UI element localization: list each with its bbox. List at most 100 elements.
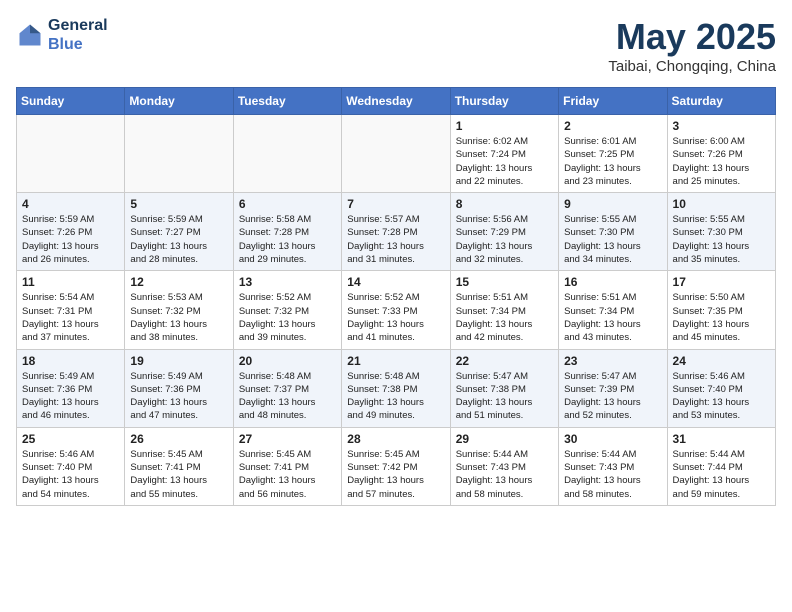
- day-number: 17: [673, 275, 770, 289]
- day-info: Sunrise: 5:53 AM Sunset: 7:32 PM Dayligh…: [130, 291, 227, 344]
- calendar-cell: 13 Sunrise: 5:52 AM Sunset: 7:32 PM Dayli…: [233, 271, 341, 349]
- calendar-cell: 18 Sunrise: 5:49 AM Sunset: 7:36 PM Dayli…: [17, 349, 125, 427]
- calendar-cell: 4 Sunrise: 5:59 AM Sunset: 7:26 PM Daylig…: [17, 193, 125, 271]
- calendar-cell: 12Sunrise: 5:53 AM Sunset: 7:32 PM Dayli…: [125, 271, 233, 349]
- day-number: 18: [22, 354, 119, 368]
- day-number: 30: [564, 432, 661, 446]
- month-title: May 2025: [608, 16, 776, 58]
- day-info: Sunrise: 5:44 AM Sunset: 7:44 PM Dayligh…: [673, 448, 770, 501]
- day-number: 3: [673, 119, 770, 133]
- day-number: 22: [456, 354, 553, 368]
- day-number: 15: [456, 275, 553, 289]
- calendar-cell: 23 Sunrise: 5:47 AM Sunset: 7:39 PM Dayli…: [559, 349, 667, 427]
- calendar-cell: 3 Sunrise: 6:00 AM Sunset: 7:26 PM Daylig…: [667, 115, 775, 193]
- day-info: Sunrise: 6:01 AM Sunset: 7:25 PM Dayligh…: [564, 135, 661, 188]
- day-info: Sunrise: 5:57 AM Sunset: 7:28 PM Dayligh…: [347, 213, 444, 266]
- day-info: Sunrise: 5:48 AM Sunset: 7:37 PM Dayligh…: [239, 370, 336, 423]
- calendar-cell: 16 Sunrise: 5:51 AM Sunset: 7:34 PM Dayli…: [559, 271, 667, 349]
- day-info: Sunrise: 5:46 AM Sunset: 7:40 PM Dayligh…: [22, 448, 119, 501]
- day-of-week-tuesday: Tuesday: [233, 88, 341, 115]
- calendar-cell: 6Sunrise: 5:58 AM Sunset: 7:28 PM Daylig…: [233, 193, 341, 271]
- calendar-cell: 11 Sunrise: 5:54 AM Sunset: 7:31 PM Dayli…: [17, 271, 125, 349]
- day-info: Sunrise: 5:51 AM Sunset: 7:34 PM Dayligh…: [456, 291, 553, 344]
- day-info: Sunrise: 5:45 AM Sunset: 7:41 PM Dayligh…: [239, 448, 336, 501]
- day-number: 13: [239, 275, 336, 289]
- logo-text: General Blue: [48, 16, 108, 54]
- day-of-week-sunday: Sunday: [17, 88, 125, 115]
- calendar-cell: 20 Sunrise: 5:48 AM Sunset: 7:37 PM Dayli…: [233, 349, 341, 427]
- calendar-cell: 19Sunrise: 5:49 AM Sunset: 7:36 PM Dayli…: [125, 349, 233, 427]
- day-info: Sunrise: 5:45 AM Sunset: 7:42 PM Dayligh…: [347, 448, 444, 501]
- day-number: 16: [564, 275, 661, 289]
- day-info: Sunrise: 5:44 AM Sunset: 7:43 PM Dayligh…: [456, 448, 553, 501]
- calendar-cell: 8 Sunrise: 5:56 AM Sunset: 7:29 PM Daylig…: [450, 193, 558, 271]
- day-info: Sunrise: 5:59 AM Sunset: 7:26 PM Dayligh…: [22, 213, 119, 266]
- day-info: Sunrise: 5:56 AM Sunset: 7:29 PM Dayligh…: [456, 213, 553, 266]
- day-number: 11: [22, 275, 119, 289]
- day-number: 29: [456, 432, 553, 446]
- day-info: Sunrise: 5:45 AM Sunset: 7:41 PM Dayligh…: [130, 448, 227, 501]
- calendar-cell: [17, 115, 125, 193]
- day-of-week-thursday: Thursday: [450, 88, 558, 115]
- calendar-cell: 7 Sunrise: 5:57 AM Sunset: 7:28 PM Daylig…: [342, 193, 450, 271]
- day-number: 4: [22, 197, 119, 211]
- day-number: 27: [239, 432, 336, 446]
- day-info: Sunrise: 5:54 AM Sunset: 7:31 PM Dayligh…: [22, 291, 119, 344]
- day-info: Sunrise: 5:49 AM Sunset: 7:36 PM Dayligh…: [22, 370, 119, 423]
- day-number: 5: [130, 197, 227, 211]
- calendar-cell: 26 Sunrise: 5:45 AM Sunset: 7:41 PM Dayli…: [125, 427, 233, 505]
- day-info: Sunrise: 6:02 AM Sunset: 7:24 PM Dayligh…: [456, 135, 553, 188]
- calendar-cell: 9 Sunrise: 5:55 AM Sunset: 7:30 PM Daylig…: [559, 193, 667, 271]
- calendar-cell: 25 Sunrise: 5:46 AM Sunset: 7:40 PM Dayli…: [17, 427, 125, 505]
- day-info: Sunrise: 5:52 AM Sunset: 7:33 PM Dayligh…: [347, 291, 444, 344]
- calendar-cell: 15 Sunrise: 5:51 AM Sunset: 7:34 PM Dayli…: [450, 271, 558, 349]
- calendar-cell: 17 Sunrise: 5:50 AM Sunset: 7:35 PM Dayli…: [667, 271, 775, 349]
- page-header: General Blue May 2025 Taibai, Chongqing,…: [16, 16, 776, 75]
- day-info: Sunrise: 5:46 AM Sunset: 7:40 PM Dayligh…: [673, 370, 770, 423]
- day-info: Sunrise: 5:55 AM Sunset: 7:30 PM Dayligh…: [673, 213, 770, 266]
- day-number: 1: [456, 119, 553, 133]
- calendar-cell: 29 Sunrise: 5:44 AM Sunset: 7:43 PM Dayli…: [450, 427, 558, 505]
- logo-icon: [16, 21, 44, 49]
- day-number: 10: [673, 197, 770, 211]
- day-number: 14: [347, 275, 444, 289]
- day-number: 19: [130, 354, 227, 368]
- calendar-cell: 1 Sunrise: 6:02 AM Sunset: 7:24 PM Daylig…: [450, 115, 558, 193]
- day-number: 23: [564, 354, 661, 368]
- day-number: 28: [347, 432, 444, 446]
- day-info: Sunrise: 5:47 AM Sunset: 7:38 PM Dayligh…: [456, 370, 553, 423]
- logo: General Blue: [16, 16, 108, 54]
- day-info: Sunrise: 5:51 AM Sunset: 7:34 PM Dayligh…: [564, 291, 661, 344]
- calendar-cell: 14 Sunrise: 5:52 AM Sunset: 7:33 PM Dayli…: [342, 271, 450, 349]
- day-number: 9: [564, 197, 661, 211]
- day-info: Sunrise: 6:00 AM Sunset: 7:26 PM Dayligh…: [673, 135, 770, 188]
- day-info: Sunrise: 5:55 AM Sunset: 7:30 PM Dayligh…: [564, 213, 661, 266]
- day-info: Sunrise: 5:44 AM Sunset: 7:43 PM Dayligh…: [564, 448, 661, 501]
- calendar-cell: 28 Sunrise: 5:45 AM Sunset: 7:42 PM Dayli…: [342, 427, 450, 505]
- calendar-cell: 27 Sunrise: 5:45 AM Sunset: 7:41 PM Dayli…: [233, 427, 341, 505]
- location-title: Taibai, Chongqing, China: [608, 58, 776, 75]
- day-number: 25: [22, 432, 119, 446]
- day-info: Sunrise: 5:48 AM Sunset: 7:38 PM Dayligh…: [347, 370, 444, 423]
- calendar-cell: 21 Sunrise: 5:48 AM Sunset: 7:38 PM Dayli…: [342, 349, 450, 427]
- day-info: Sunrise: 5:50 AM Sunset: 7:35 PM Dayligh…: [673, 291, 770, 344]
- day-number: 21: [347, 354, 444, 368]
- calendar-cell: 30 Sunrise: 5:44 AM Sunset: 7:43 PM Dayli…: [559, 427, 667, 505]
- calendar-cell: 2 Sunrise: 6:01 AM Sunset: 7:25 PM Daylig…: [559, 115, 667, 193]
- day-info: Sunrise: 5:47 AM Sunset: 7:39 PM Dayligh…: [564, 370, 661, 423]
- day-number: 2: [564, 119, 661, 133]
- day-number: 6: [239, 197, 336, 211]
- day-number: 20: [239, 354, 336, 368]
- calendar-cell: 22 Sunrise: 5:47 AM Sunset: 7:38 PM Dayli…: [450, 349, 558, 427]
- day-of-week-wednesday: Wednesday: [342, 88, 450, 115]
- day-info: Sunrise: 5:52 AM Sunset: 7:32 PM Dayligh…: [239, 291, 336, 344]
- calendar-cell: 5Sunrise: 5:59 AM Sunset: 7:27 PM Daylig…: [125, 193, 233, 271]
- calendar-cell: 31 Sunrise: 5:44 AM Sunset: 7:44 PM Dayli…: [667, 427, 775, 505]
- day-of-week-friday: Friday: [559, 88, 667, 115]
- day-number: 8: [456, 197, 553, 211]
- day-number: 31: [673, 432, 770, 446]
- day-number: 24: [673, 354, 770, 368]
- day-number: 26: [130, 432, 227, 446]
- day-number: 7: [347, 197, 444, 211]
- calendar-cell: [125, 115, 233, 193]
